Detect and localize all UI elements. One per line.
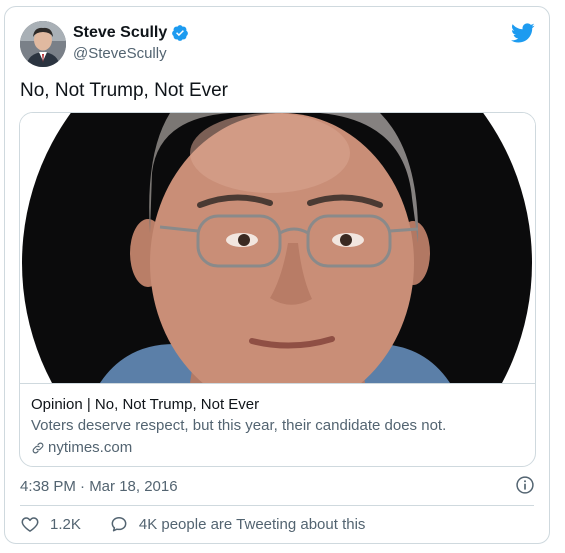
heart-icon bbox=[21, 517, 39, 532]
speech-bubble-icon bbox=[111, 517, 127, 532]
like-button[interactable]: 1.2K bbox=[20, 514, 81, 534]
conversation-button[interactable]: 4K people are Tweeting about this bbox=[109, 514, 366, 534]
avatar[interactable] bbox=[20, 21, 66, 67]
card-image[interactable] bbox=[20, 113, 535, 383]
card-body[interactable]: Opinion | No, Not Trump, Not Ever Voters… bbox=[20, 383, 535, 466]
link-icon bbox=[32, 442, 44, 453]
link-card[interactable]: Opinion | No, Not Trump, Not Ever Voters… bbox=[19, 112, 536, 467]
card-domain-label[interactable]: nytimes.com bbox=[48, 439, 132, 456]
tweet-timestamp[interactable]: 4:38 PM · Mar 18, 2016 bbox=[20, 478, 178, 495]
card-title[interactable]: Opinion | No, Not Trump, Not Ever bbox=[31, 396, 259, 413]
conversation-label[interactable]: 4K people are Tweeting about this bbox=[139, 516, 366, 533]
author-handle[interactable]: @SteveScully bbox=[73, 45, 167, 62]
like-count: 1.2K bbox=[50, 515, 81, 533]
tweet-embed: Steve Scully @SteveScully No, Not Trump,… bbox=[4, 6, 550, 544]
tweet-text: No, Not Trump, Not Ever bbox=[20, 80, 229, 101]
author-name[interactable]: Steve Scully bbox=[73, 24, 167, 42]
card-domain[interactable]: nytimes.com bbox=[31, 439, 132, 456]
verified-badge-icon bbox=[172, 25, 189, 41]
divider bbox=[20, 505, 534, 506]
action-bar: 1.2K 4K people are Tweeting about this bbox=[20, 514, 393, 534]
info-icon[interactable] bbox=[515, 475, 535, 495]
card-description: Voters deserve respect, but this year, t… bbox=[31, 417, 447, 434]
twitter-bird-icon[interactable] bbox=[511, 21, 535, 45]
